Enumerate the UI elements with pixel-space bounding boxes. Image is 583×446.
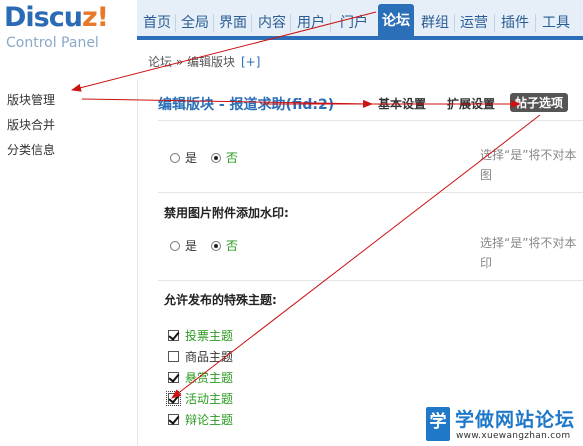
checkbox-box[interactable] bbox=[168, 351, 179, 362]
checkbox-trade[interactable]: 商品主题 bbox=[168, 348, 233, 365]
nav-item-home[interactable]: 首页 bbox=[142, 10, 172, 36]
logo-subtitle: Control Panel bbox=[6, 35, 99, 51]
section-divider bbox=[158, 192, 583, 193]
checkbox-poll[interactable]: 投票主题 bbox=[168, 327, 233, 344]
tab-basic-settings[interactable]: 基本设置 bbox=[378, 95, 426, 112]
sidebar: 版块管理 版块合并 分类信息 bbox=[0, 80, 137, 446]
logo[interactable]: Discuz! Control Panel bbox=[4, 2, 109, 52]
nav-divider bbox=[175, 14, 176, 32]
radio-yes-label: 是 bbox=[185, 151, 198, 165]
hint-setting-1: 选择“是”将不对本 图 bbox=[480, 145, 583, 185]
main-content: 编辑版块 - 报道求助(fid:2) 基本设置 扩展设置 帖子选项 是 否 选择… bbox=[137, 80, 583, 446]
setting-label-special-threads: 允许发布的特殊主题: bbox=[164, 293, 277, 307]
watermark-title: 学做网站论坛 bbox=[455, 409, 576, 431]
top-nav: 首页 全局 界面 内容 用户 门户 论坛 群组 运营 插件 工具 bbox=[137, 0, 583, 40]
watermark-url: www.xuewangzhan.com bbox=[456, 431, 571, 441]
checkbox-box[interactable] bbox=[168, 330, 179, 341]
nav-divider bbox=[251, 14, 252, 32]
nav-divider bbox=[290, 14, 291, 32]
breadcrumb-path: 论坛 » 编辑版块 bbox=[148, 55, 235, 69]
nav-item-global[interactable]: 全局 bbox=[180, 10, 210, 36]
nav-divider bbox=[494, 14, 495, 32]
radio-no-label: 否 bbox=[225, 151, 238, 165]
checkbox-reward[interactable]: 悬赏主题 bbox=[168, 369, 233, 386]
sidebar-item-forum-manage[interactable]: 版块管理 bbox=[7, 91, 55, 108]
radio-yes-label: 是 bbox=[185, 239, 198, 253]
checkbox-box[interactable] bbox=[166, 391, 181, 406]
nav-divider bbox=[213, 14, 214, 32]
tab-extended-settings[interactable]: 扩展设置 bbox=[447, 95, 495, 112]
radio-no[interactable] bbox=[210, 241, 221, 251]
nav-item-forum[interactable]: 论坛 bbox=[378, 4, 414, 38]
nav-item-tools[interactable]: 工具 bbox=[539, 10, 573, 36]
sidebar-item-category-info[interactable]: 分类信息 bbox=[7, 141, 55, 158]
hint-text: 选择“是”将不对本 bbox=[480, 236, 577, 250]
radio-yes[interactable] bbox=[170, 241, 180, 251]
watermark-logo-icon: 学 bbox=[426, 407, 450, 441]
section-divider bbox=[158, 120, 583, 121]
site-watermark: 学 学做网站论坛 www.xuewangzhan.com bbox=[426, 405, 583, 446]
checkbox-label: 商品主题 bbox=[185, 350, 234, 364]
nav-divider bbox=[535, 14, 536, 32]
breadcrumb: 论坛 » 编辑版块 [+] bbox=[148, 53, 260, 70]
checkbox-label: 活动主题 bbox=[185, 392, 234, 406]
nav-item-plugins[interactable]: 插件 bbox=[498, 10, 532, 36]
nav-item-content[interactable]: 内容 bbox=[256, 10, 288, 36]
nav-item-operations[interactable]: 运营 bbox=[458, 10, 490, 36]
hint-watermark: 选择“是”将不对本 印 bbox=[480, 233, 583, 273]
setting-label-watermark: 禁用图片附件添加水印: bbox=[164, 206, 289, 220]
radio-group-watermark: 是 否 bbox=[170, 237, 248, 254]
checkbox-label: 投票主题 bbox=[185, 329, 234, 343]
radio-group-setting-1: 是 否 bbox=[170, 149, 248, 166]
checkbox-activity[interactable]: 活动主题 bbox=[166, 390, 234, 407]
checkbox-box[interactable] bbox=[168, 414, 179, 425]
section-divider bbox=[158, 280, 583, 281]
checkbox-debate[interactable]: 辩论主题 bbox=[168, 411, 233, 428]
hint-text: 印 bbox=[480, 256, 493, 270]
control-panel-window: Discuz! Control Panel 首页 全局 界面 内容 用户 门户 … bbox=[0, 0, 583, 446]
checkbox-label: 悬赏主题 bbox=[185, 371, 234, 385]
nav-item-groups[interactable]: 群组 bbox=[419, 10, 451, 36]
header: Discuz! Control Panel 首页 全局 界面 内容 用户 门户 … bbox=[0, 0, 583, 80]
radio-no[interactable] bbox=[210, 153, 221, 163]
nav-item-users[interactable]: 用户 bbox=[295, 10, 327, 36]
checkbox-box[interactable] bbox=[168, 372, 179, 383]
hint-text: 图 bbox=[480, 168, 493, 182]
page-title: 编辑版块 - 报道求助(fid:2) bbox=[158, 97, 335, 113]
sidebar-item-forum-merge[interactable]: 版块合并 bbox=[7, 116, 55, 133]
nav-divider bbox=[454, 14, 455, 32]
hint-text: 选择“是”将不对本 bbox=[480, 148, 577, 162]
nav-item-interface[interactable]: 界面 bbox=[218, 10, 248, 36]
checkbox-label: 辩论主题 bbox=[185, 413, 234, 427]
nav-item-portal[interactable]: 门户 bbox=[335, 10, 373, 36]
nav-divider bbox=[330, 14, 331, 32]
breadcrumb-add-button[interactable]: [+] bbox=[241, 55, 260, 69]
tab-post-options[interactable]: 帖子选项 bbox=[510, 93, 569, 112]
radio-yes[interactable] bbox=[170, 153, 180, 163]
radio-no-label: 否 bbox=[225, 239, 238, 253]
logo-wordmark: Discuz! bbox=[4, 2, 109, 33]
